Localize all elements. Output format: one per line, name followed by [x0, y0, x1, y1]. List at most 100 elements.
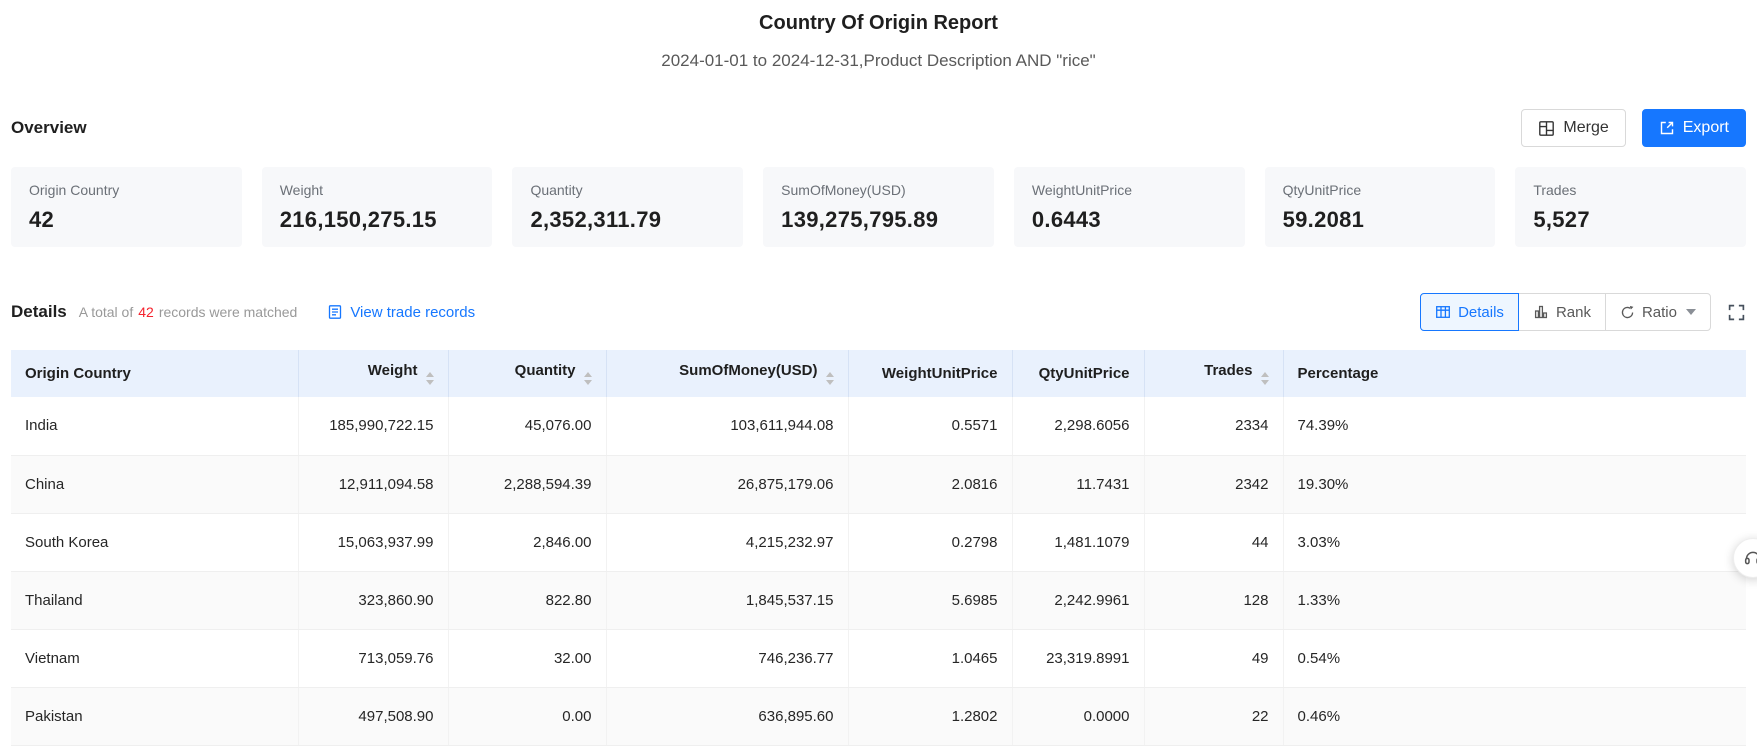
col-header-weight[interactable]: Weight — [298, 350, 449, 397]
table-cell: 0.0000 — [1012, 687, 1145, 746]
summary-card-weight-unit-price: WeightUnitPrice 0.6443 — [1013, 167, 1245, 247]
merge-button[interactable]: Merge — [1521, 109, 1626, 147]
col-header-label: Trades — [1204, 362, 1253, 380]
sort-icon — [425, 372, 434, 385]
table-cell: 1.2802 — [848, 687, 1013, 746]
headset-icon — [1743, 548, 1757, 568]
table-cell: 746,236.77 — [606, 629, 849, 688]
matched-count: 42 — [138, 304, 154, 320]
report-page: Country Of Origin Report 2024-01-01 to 2… — [0, 0, 1757, 746]
sort-icon — [1260, 372, 1269, 385]
table-cell: 0.00 — [448, 687, 607, 746]
card-value: 216,150,275.15 — [279, 207, 437, 232]
table-body: India 185,990,722.15 45,076.00 103,611,944.… — [11, 397, 1746, 746]
table-cell: 323,860.90 — [298, 571, 449, 630]
table-cell: 0.54% — [1283, 629, 1746, 688]
fullscreen-icon — [1727, 303, 1746, 322]
card-label: Trades — [1533, 182, 1577, 198]
table-cell: 26,875,179.06 — [606, 455, 849, 514]
page-subtitle: 2024-01-01 to 2024-12-31,Product Descrip… — [661, 51, 1096, 70]
trade-records-icon — [327, 304, 343, 320]
table-cell: 23,319.8991 — [1012, 629, 1145, 688]
table-header: Origin Country Weight Quantity SumOfMoney(U… — [11, 350, 1746, 397]
card-value: 139,275,795.89 — [781, 207, 939, 232]
table-cell: China — [11, 455, 299, 514]
report-header: Country Of Origin Report 2024-01-01 to 2… — [11, 0, 1746, 71]
matched-prefix: A total of — [78, 304, 134, 320]
table-row: India 185,990,722.15 45,076.00 103,611,944.… — [11, 397, 1746, 456]
col-header-percentage: Percentage — [1283, 350, 1746, 397]
table-cell: 1,845,537.15 — [606, 571, 849, 630]
table-cell: 2.0816 — [848, 455, 1013, 514]
card-value: 5,527 — [1533, 207, 1590, 232]
page-title: Country Of Origin Report — [759, 12, 998, 34]
overview-heading: Overview — [11, 118, 87, 137]
table-cell: 636,895.60 — [606, 687, 849, 746]
table-row: China 12,911,094.58 2,288,594.39 26,875,179… — [11, 455, 1746, 514]
table-cell: 497,508.90 — [298, 687, 449, 746]
table-row: South Korea 15,063,937.99 2,846.00 4,215,23… — [11, 513, 1746, 572]
table-cell: 1,481.1079 — [1012, 513, 1145, 572]
col-header-sumofmoney-usd-[interactable]: SumOfMoney(USD) — [606, 350, 849, 397]
summary-card-qty-unit-price: QtyUnitPrice 59.2081 — [1264, 167, 1496, 247]
card-value: 42 — [29, 207, 55, 232]
table-cell: 1.0465 — [848, 629, 1013, 688]
table-cell: 2342 — [1144, 455, 1284, 514]
merge-icon — [1538, 120, 1555, 137]
matched-summary: A total of 42 records were matched — [79, 304, 298, 320]
table-cell: Thailand — [11, 571, 299, 630]
summary-cards: Origin Country 42 Weight 216,150,275.15 … — [11, 167, 1747, 247]
col-header-trades[interactable]: Trades — [1144, 350, 1284, 397]
details-bar: Details A total of 42 records were matched… — [11, 293, 1746, 331]
matched-suffix: records were matched — [158, 304, 298, 320]
view-switcher: Details Rank Ratio — [1420, 293, 1711, 331]
col-header-label: Weight — [367, 362, 418, 380]
col-header-origin-country: Origin Country — [11, 350, 299, 397]
table-cell: 12,911,094.58 — [298, 455, 449, 514]
view-controls: Details Rank Ratio — [1420, 293, 1746, 331]
col-header-qtyunitprice: QtyUnitPrice — [1012, 350, 1145, 397]
table-cell: 3.03% — [1283, 513, 1746, 572]
table-cell: 2334 — [1144, 397, 1284, 456]
rank-view-label: Rank — [1555, 303, 1591, 321]
view-trade-records-label: View trade records — [350, 303, 476, 321]
table-row: Vietnam 713,059.76 32.00 746,236.77 1.0465 23… — [11, 629, 1746, 688]
col-header-label: WeightUnitPrice — [881, 365, 998, 382]
table-header-row: Origin Country Weight Quantity SumOfMoney(U… — [11, 350, 1746, 397]
card-label: QtyUnitPrice — [1282, 182, 1362, 198]
table-cell: Pakistan — [11, 687, 299, 746]
table-cell: 22 — [1144, 687, 1284, 746]
ratio-view-icon — [1620, 305, 1635, 320]
table-row: Thailand 323,860.90 822.80 1,845,537.15 5.69… — [11, 571, 1746, 630]
card-value: 59.2081 — [1282, 207, 1365, 232]
col-header-label: QtyUnitPrice — [1038, 365, 1130, 382]
rank-view-button[interactable]: Rank — [1517, 293, 1606, 331]
card-value: 2,352,311.79 — [530, 207, 662, 232]
card-label: Quantity — [530, 182, 583, 198]
merge-button-label: Merge — [1563, 119, 1609, 136]
table-cell: 2,288,594.39 — [448, 455, 607, 514]
table-cell: 0.2798 — [848, 513, 1013, 572]
table-cell: 5.6985 — [848, 571, 1013, 630]
summary-card-sum-of-money: SumOfMoney(USD) 139,275,795.89 — [763, 167, 994, 247]
summary-card-origin-country: Origin Country 42 — [11, 167, 242, 247]
table-cell: Vietnam — [11, 629, 299, 688]
chevron-down-icon — [1686, 309, 1696, 315]
table-cell: 185,990,722.15 — [298, 397, 449, 456]
export-button[interactable]: Export — [1641, 109, 1746, 147]
table-cell: 0.46% — [1283, 687, 1746, 746]
col-header-weightunitprice: WeightUnitPrice — [848, 350, 1013, 397]
view-trade-records-link[interactable]: View trade records — [327, 304, 475, 321]
table-cell: 11.7431 — [1012, 455, 1145, 514]
overview-bar: Overview Merge Export — [11, 109, 1746, 147]
col-header-quantity[interactable]: Quantity — [448, 350, 607, 397]
fullscreen-button[interactable] — [1727, 303, 1746, 322]
details-view-button[interactable]: Details — [1420, 293, 1519, 331]
summary-card-trades: Trades 5,527 — [1515, 167, 1747, 247]
table-cell: 44 — [1144, 513, 1284, 572]
col-header-label: Quantity — [514, 362, 576, 380]
ratio-view-button[interactable]: Ratio — [1604, 293, 1711, 331]
table-cell: 4,215,232.97 — [606, 513, 849, 572]
table-cell: 1.33% — [1283, 571, 1746, 630]
card-label: WeightUnitPrice — [1031, 182, 1132, 198]
